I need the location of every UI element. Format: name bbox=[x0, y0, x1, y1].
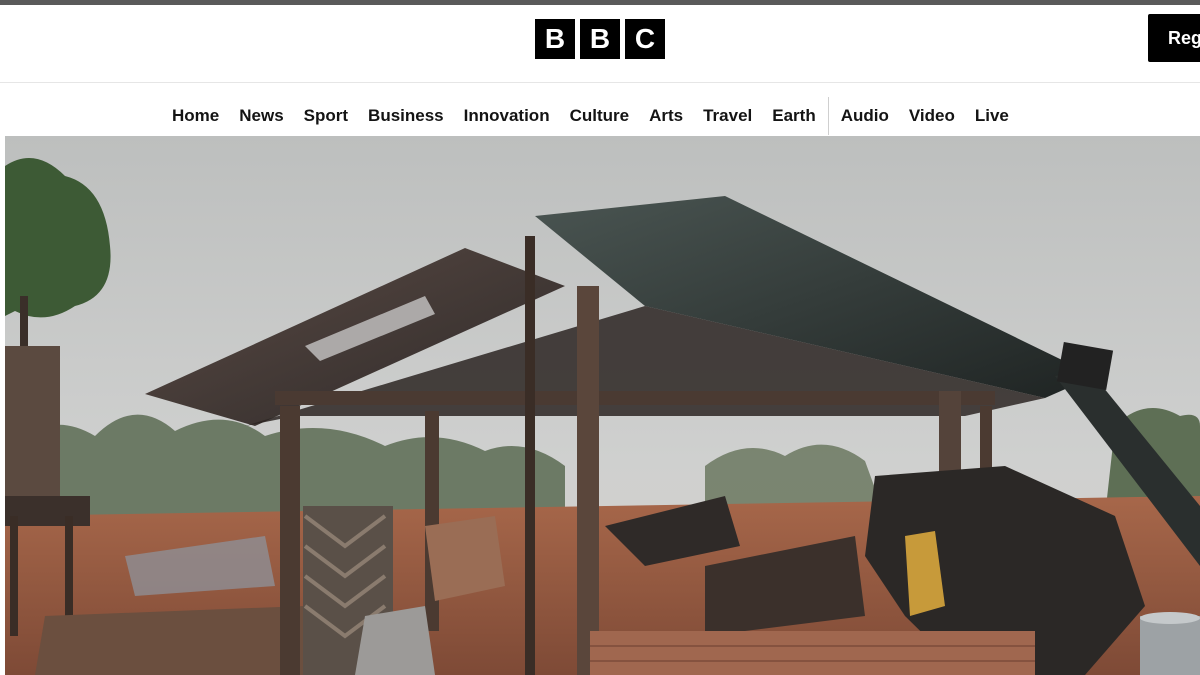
nav-item-sport[interactable]: Sport bbox=[294, 104, 358, 128]
nav-item-news[interactable]: News bbox=[229, 104, 293, 128]
nav-item-arts[interactable]: Arts bbox=[639, 104, 693, 128]
nav-item-video[interactable]: Video bbox=[899, 104, 965, 128]
nav-item-audio[interactable]: Audio bbox=[831, 104, 899, 128]
bbc-logo-letter: B bbox=[535, 19, 575, 59]
masthead: B B C Reg bbox=[0, 5, 1200, 81]
damaged-house-photo bbox=[5, 136, 1200, 675]
nav-divider bbox=[827, 97, 829, 135]
nav-item-business[interactable]: Business bbox=[358, 104, 454, 128]
main-navigation: Home News Sport Business Innovation Cult… bbox=[0, 82, 1200, 135]
nav-item-earth[interactable]: Earth bbox=[762, 104, 825, 128]
bbc-logo[interactable]: B B C bbox=[535, 19, 665, 59]
nav-item-home[interactable]: Home bbox=[162, 104, 229, 128]
nav-item-live[interactable]: Live bbox=[965, 104, 1019, 128]
bbc-logo-letter: B bbox=[580, 19, 620, 59]
register-button[interactable]: Reg bbox=[1148, 14, 1200, 62]
nav-item-travel[interactable]: Travel bbox=[693, 104, 762, 128]
nav-item-culture[interactable]: Culture bbox=[560, 104, 640, 128]
nav-item-innovation[interactable]: Innovation bbox=[454, 104, 560, 128]
bbc-logo-letter: C bbox=[625, 19, 665, 59]
hero-image[interactable] bbox=[5, 136, 1200, 675]
